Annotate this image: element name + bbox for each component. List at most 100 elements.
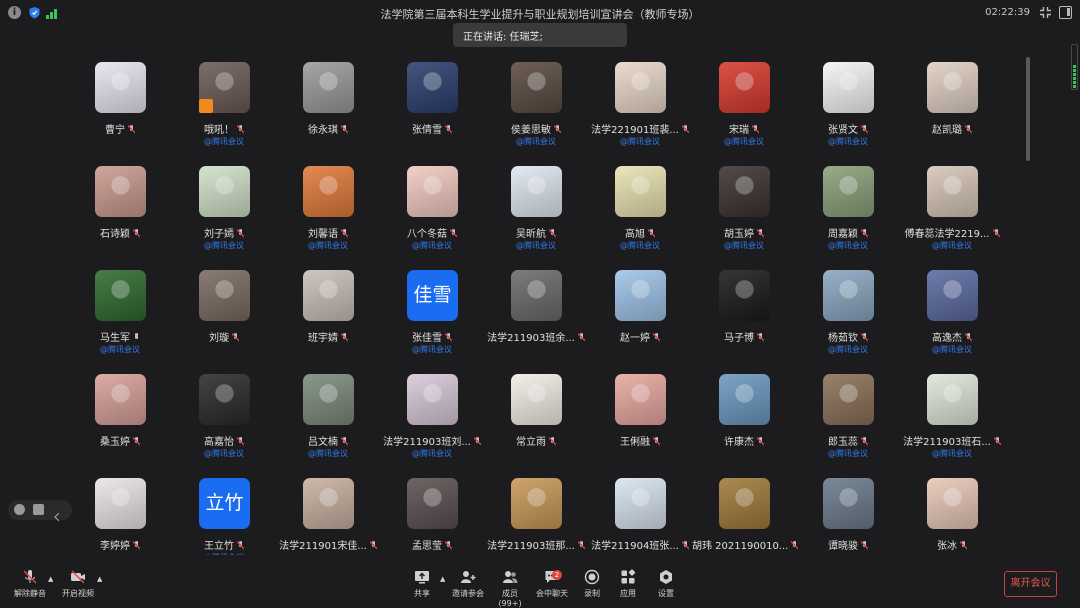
invite-button[interactable]: 邀请参会 (450, 569, 486, 605)
participant-name-row: 哦吼！ (172, 121, 276, 136)
mic-muted-icon (752, 125, 759, 134)
participant-name: 桑玉婷 (100, 437, 130, 448)
participant-source-tag: @腾讯会议 (412, 449, 452, 458)
participant-tile[interactable]: 高逸杰 @腾讯会议 (900, 263, 1004, 367)
settings-button[interactable]: 设置 (654, 569, 678, 605)
avatar (95, 62, 146, 113)
subtitle-icon[interactable] (33, 504, 44, 515)
apps-button[interactable]: 应用 (616, 569, 640, 605)
speaking-indicator: 正在讲话: 任瑞芝; (453, 23, 627, 47)
participant-name: 吴昕航 (516, 229, 546, 240)
side-panel-icon[interactable] (1059, 6, 1072, 19)
participant-tile[interactable]: 高旭 @腾讯会议 (588, 159, 692, 263)
participant-tile[interactable]: 张冰 (900, 471, 1004, 555)
participant-tile[interactable]: 刘璇 (172, 263, 276, 367)
mic-muted-icon (473, 437, 481, 446)
mic-muted-icon (450, 229, 457, 238)
exit-fullscreen-icon[interactable] (1039, 6, 1052, 19)
participant-name: 吕文楠 (308, 437, 338, 448)
participant-tile[interactable]: 王俐融 (588, 367, 692, 471)
participant-tile[interactable]: 张贤文 @腾讯会议 (796, 55, 900, 159)
participant-tile[interactable]: 石诗颖 (68, 159, 172, 263)
participant-tile[interactable]: 侯姜思敏 @腾讯会议 (484, 55, 588, 159)
participant-tile[interactable]: 郎玉蕊 @腾讯会议 (796, 367, 900, 471)
participant-tile[interactable]: 哦吼！ @腾讯会议 (172, 55, 276, 159)
participant-name: 周嘉颖 (828, 229, 858, 240)
apps-label: 应用 (620, 589, 636, 598)
participant-tile[interactable]: 曹宁 (68, 55, 172, 159)
participant-tile[interactable]: 法学211903班刘... @腾讯会议 (380, 367, 484, 471)
start-video-button[interactable]: 开启视频 (60, 569, 96, 605)
participant-tile[interactable]: 立竹王立竹@腾讯会议 (172, 471, 276, 555)
record-label: 录制 (584, 589, 600, 598)
participant-tile[interactable]: 刘馨语 @腾讯会议 (276, 159, 380, 263)
participant-tile[interactable]: 杨茹钦 @腾讯会议 (796, 263, 900, 367)
participant-tile[interactable]: 吕文楠 @腾讯会议 (276, 367, 380, 471)
participant-tile[interactable]: 徐永琪 (276, 55, 380, 159)
participant-name-row: 法学211903班刘... (380, 433, 484, 448)
avatar (407, 478, 458, 529)
participant-name-row: 张佳雪 (380, 329, 484, 344)
mic-muted-icon (861, 541, 868, 550)
participant-tile[interactable]: 法学211901宋佳... (276, 471, 380, 555)
participant-tile[interactable]: 孟思莹 (380, 471, 484, 555)
record-button[interactable]: 录制 (580, 569, 604, 605)
participant-tile[interactable]: 佳雪 张佳雪 @腾讯会议 (380, 263, 484, 367)
participant-tile[interactable]: 傅春蕊法学2219... @腾讯会议 (900, 159, 1004, 263)
avatar: 立竹 (199, 478, 250, 529)
participant-tile[interactable]: 周嘉颖 @腾讯会议 (796, 159, 900, 263)
collapse-icon[interactable] (54, 506, 60, 522)
mic-muted-icon (577, 333, 585, 342)
leave-meeting-button[interactable]: 离开会议 (1004, 571, 1057, 597)
participant-tile[interactable]: 法学211903班余... (484, 263, 588, 367)
chat-label: 会中聊天 (536, 589, 568, 598)
participant-tile[interactable]: 班宇婧 (276, 263, 380, 367)
participant-name: 马生军 (100, 333, 130, 344)
participant-name: 高旭 (625, 229, 645, 240)
hand-raise-icon (199, 99, 213, 113)
participant-tile[interactable]: 马子博 (692, 263, 796, 367)
participant-tile[interactable]: 胡玮 2021190010... (692, 471, 799, 555)
participant-tile[interactable]: 法学211903班石... @腾讯会议 (900, 367, 1004, 471)
avatar (719, 374, 770, 425)
unmute-button[interactable]: 解除静音 (12, 569, 48, 605)
participant-tile[interactable]: 法学221901班裴... @腾讯会议 (588, 55, 692, 159)
participant-tile[interactable]: 法学211903班那... (484, 471, 588, 555)
participant-tile[interactable]: 李婷婷 (68, 471, 172, 555)
participant-tile[interactable]: 许康杰 (692, 367, 796, 471)
participant-tile[interactable]: 刘子嫣 @腾讯会议 (172, 159, 276, 263)
participant-tile[interactable]: 马生军 @腾讯会议 (68, 263, 172, 367)
participant-tile[interactable]: 高嘉怡 @腾讯会议 (172, 367, 276, 471)
participant-name-row: 徐永琪 (276, 121, 380, 136)
participant-name-row: 刘馨语 (276, 225, 380, 240)
participant-tile[interactable]: 胡玉婷 @腾讯会议 (692, 159, 796, 263)
participant-name-row: 胡玉婷 (692, 225, 796, 240)
participant-tile[interactable]: 谭晓骏 (796, 471, 900, 555)
grid-scrollbar[interactable] (1026, 57, 1030, 161)
participant-source-tag: @腾讯会议 (620, 241, 660, 250)
participant-tile[interactable]: 常立雨 (484, 367, 588, 471)
share-button[interactable]: 共享 (408, 569, 436, 605)
mic-muted-icon (681, 541, 689, 550)
participant-source-tag: @腾讯会议 (828, 241, 868, 250)
video-options-caret-icon[interactable]: ▲ (97, 575, 102, 583)
mic-muted-icon (237, 437, 244, 446)
mic-muted-icon (757, 333, 764, 342)
participant-name: 高逸杰 (932, 333, 962, 344)
participant-tile[interactable]: 张倩雪 (380, 55, 484, 159)
avatar (95, 166, 146, 217)
participant-tile[interactable]: 吴昕航 @腾讯会议 (484, 159, 588, 263)
participant-tile[interactable]: 赵凯璐 (900, 55, 1004, 159)
participant-tile[interactable]: 八个冬菇 @腾讯会议 (380, 159, 484, 263)
participant-tile[interactable]: 赵一婷 (588, 263, 692, 367)
share-options-caret-icon[interactable]: ▲ (440, 575, 445, 583)
audio-options-caret-icon[interactable]: ▲ (48, 575, 53, 583)
participant-tile[interactable]: 桑玉婷 (68, 367, 172, 471)
participant-tile[interactable]: 法学211904班张... (588, 471, 692, 555)
participant-name-row: 曹宁 (68, 121, 172, 136)
members-button[interactable]: 成员(99+) (491, 569, 529, 608)
participant-name: 法学211904班张... (591, 541, 679, 552)
emoji-icon[interactable] (14, 504, 25, 515)
participant-name-row: 孟思莹 (380, 537, 484, 552)
participant-tile[interactable]: 宋瑞 @腾讯会议 (692, 55, 796, 159)
